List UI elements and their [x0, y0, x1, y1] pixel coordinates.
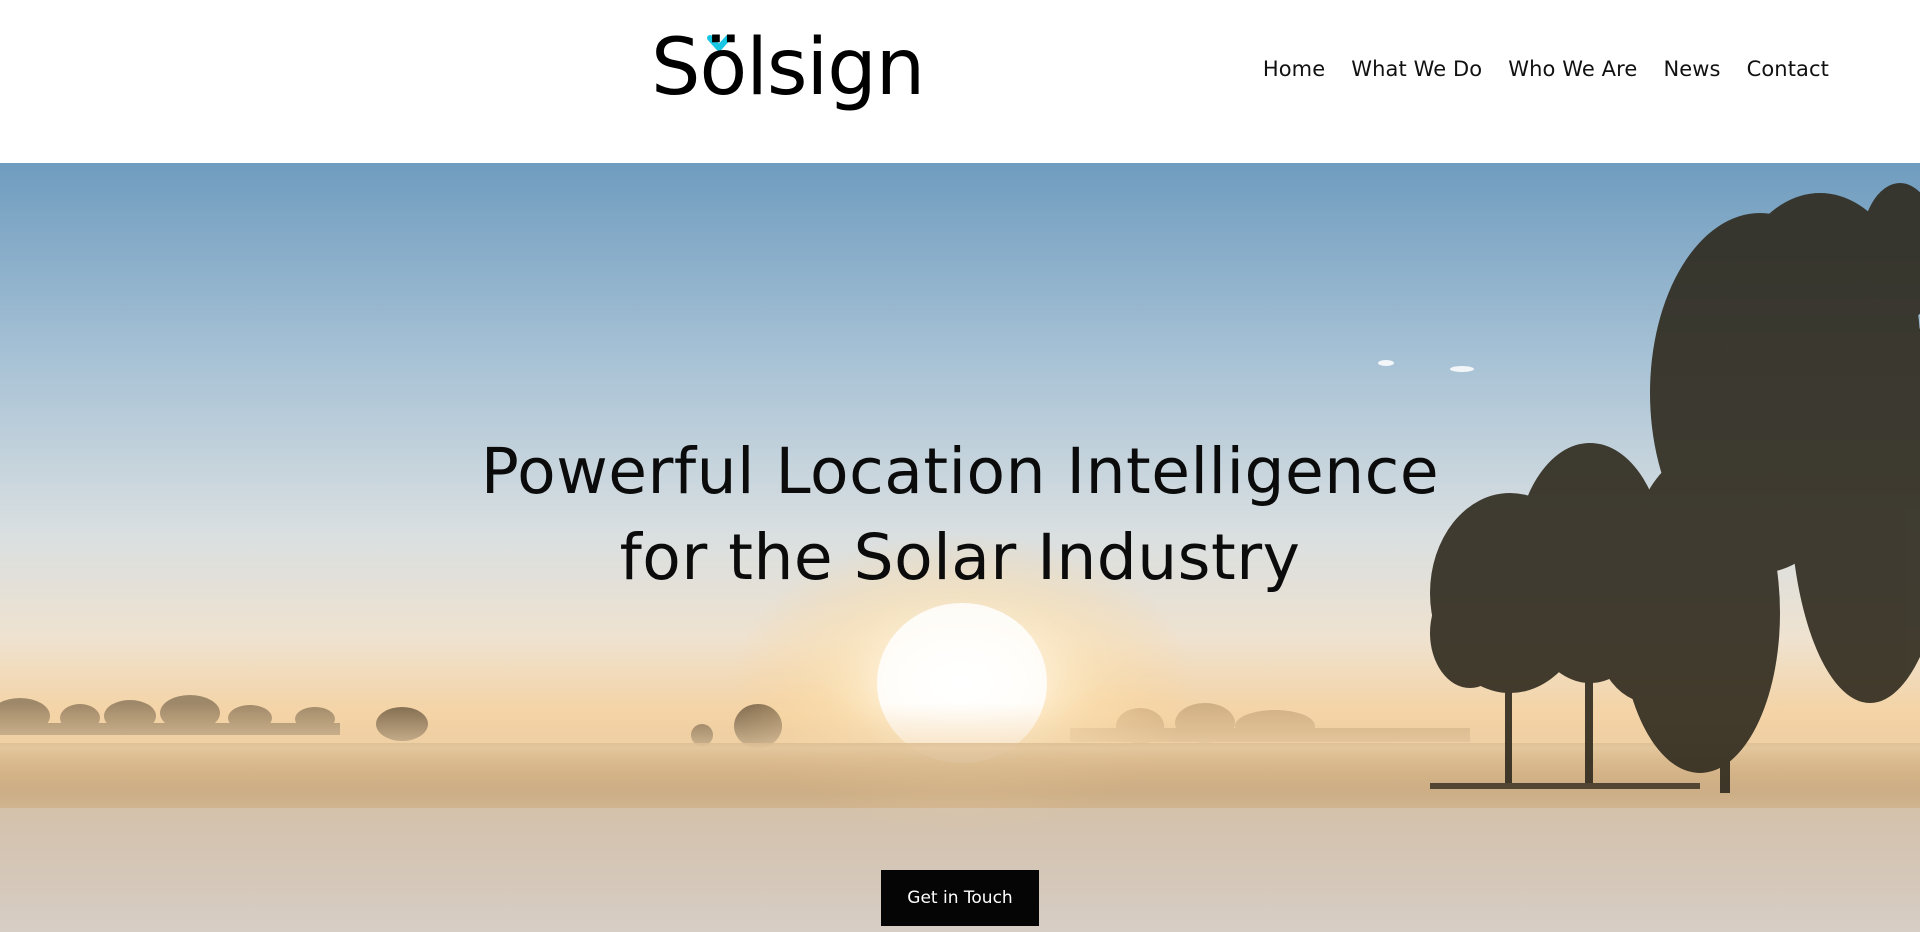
nav-who-we-are[interactable]: Who We Are — [1508, 57, 1637, 81]
hero-section: Powerful Location Intelligence for the S… — [0, 163, 1920, 932]
get-in-touch-button[interactable]: Get in Touch — [881, 870, 1039, 926]
hero-title-line-2: for the Solar Industry — [619, 521, 1301, 594]
hero-title: Powerful Location Intelligence for the S… — [0, 429, 1920, 601]
nav-news[interactable]: News — [1663, 57, 1720, 81]
nav-home[interactable]: Home — [1263, 57, 1325, 81]
nav-contact[interactable]: Contact — [1747, 57, 1829, 81]
nav-what-we-do[interactable]: What We Do — [1351, 57, 1482, 81]
solsign-logo[interactable]: Sölsign — [651, 24, 925, 120]
hero-title-line-1: Powerful Location Intelligence — [480, 435, 1440, 508]
site-header: Sölsign Home What We Do Who We Are News … — [0, 0, 1920, 163]
main-nav: Home What We Do Who We Are News Contact — [1263, 50, 1829, 88]
logo-wordmark: Sölsign — [651, 24, 924, 113]
